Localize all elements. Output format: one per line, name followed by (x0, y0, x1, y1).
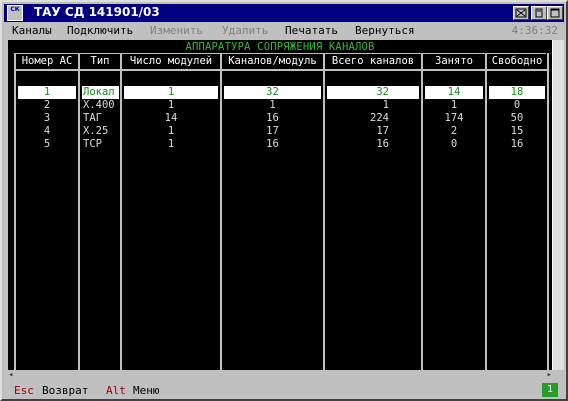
column-header-channels-per-module: Каналов/модуль (228, 55, 317, 67)
table-cell[interactable]: 32 (224, 86, 321, 99)
header-divider (14, 69, 548, 71)
table-cell[interactable]: 15 (489, 125, 545, 138)
table-cell[interactable]: 0 (425, 138, 483, 151)
column-header-total-channels: Всего каналов (331, 55, 415, 67)
column-divider (421, 53, 423, 370)
back-label[interactable]: Возврат (42, 384, 88, 397)
table-cell[interactable]: 3 (18, 112, 76, 125)
menu-connect[interactable]: Подключить (67, 24, 133, 37)
restore-icon (535, 8, 543, 18)
table-cell[interactable]: 2 (425, 125, 483, 138)
table-cell[interactable]: 5 (18, 138, 76, 151)
table-cell[interactable]: 16 (224, 138, 321, 151)
table-cell[interactable]: X.25 (82, 125, 119, 138)
table-cell[interactable]: 32 (327, 86, 419, 99)
terminal-window: СК ТАУ СД 141901/03 Каналы Подключить Из… (0, 0, 568, 401)
window-title: ТАУ СД 141901/03 (34, 5, 160, 19)
maximize-button[interactable] (547, 6, 563, 20)
column-divider (323, 53, 325, 370)
table-cell[interactable]: 14 (124, 112, 218, 125)
table-cell[interactable]: TCP (82, 138, 119, 151)
table-cell[interactable]: 17 (327, 125, 419, 138)
column-header-free: Свободно (491, 55, 543, 67)
menu-label[interactable]: Меню (133, 384, 160, 397)
table-cell[interactable]: 1 (18, 86, 76, 99)
column-divider (485, 53, 487, 370)
column-header-module-count: Число модулей (129, 55, 213, 67)
terminal-screen: АППАРАТУРА СОПРЯЖЕНИЯ КАНАЛОВ Номер АС Т… (8, 40, 552, 370)
session-number-badge: 1 (542, 383, 558, 397)
scroll-right-arrow-icon[interactable]: ▸ (547, 370, 552, 380)
column-header-busy: Занято (435, 55, 473, 67)
menu-bar: Каналы Подключить Изменить Удалить Печат… (4, 23, 564, 39)
column-header-as-number: Номер АС (21, 55, 73, 67)
maximize-icon (550, 8, 560, 18)
menu-channels[interactable]: Каналы (12, 24, 52, 37)
title-bar[interactable]: СК ТАУ СД 141901/03 (4, 4, 564, 22)
menu-edit[interactable]: Изменить (150, 24, 203, 37)
vertical-scroll-thumb[interactable] (552, 40, 564, 370)
status-bar: Esc Возврат Alt Меню 1 (4, 382, 564, 399)
column-divider (78, 53, 80, 370)
table-cell[interactable]: 1 (327, 99, 419, 112)
minimize-icon (515, 8, 527, 18)
restore-button[interactable] (531, 6, 547, 20)
table-cell[interactable]: 14 (425, 86, 483, 99)
table-cell[interactable]: 1 (124, 125, 218, 138)
table-cell[interactable]: 174 (425, 112, 483, 125)
table-cell[interactable]: 0 (489, 99, 545, 112)
horizontal-scrollbar[interactable]: ◂ ▸ (8, 370, 552, 380)
clock: 4:36:32 (511, 24, 558, 37)
table-cell[interactable]: ТАГ (82, 112, 119, 125)
esc-key-hint[interactable]: Esc (14, 384, 34, 397)
column-header-type: Тип (90, 55, 110, 67)
table-cell[interactable]: 16 (224, 112, 321, 125)
menu-return[interactable]: Вернуться (355, 24, 415, 37)
table-cell[interactable]: X.400 (82, 99, 119, 112)
table-cell[interactable]: 4 (18, 125, 76, 138)
column-divider (120, 53, 122, 370)
alt-key-hint[interactable]: Alt (106, 384, 126, 397)
menu-delete[interactable]: Удалить (222, 24, 268, 37)
column-divider (547, 53, 549, 370)
table-cell[interactable]: 17 (224, 125, 321, 138)
table-cell[interactable]: 16 (489, 138, 545, 151)
table-cell[interactable]: 224 (327, 112, 419, 125)
table-cell[interactable]: 1 (124, 86, 218, 99)
table-cell[interactable]: 1 (124, 138, 218, 151)
menu-print[interactable]: Печатать (285, 24, 338, 37)
table-cell[interactable]: 1 (224, 99, 321, 112)
screen-title: АППАРАТУРА СОПРЯЖЕНИЯ КАНАЛОВ (185, 41, 375, 53)
table-cell[interactable]: 50 (489, 112, 545, 125)
minimize-button[interactable] (513, 6, 529, 20)
table-cell[interactable]: 16 (327, 138, 419, 151)
table-cell[interactable]: 2 (18, 99, 76, 112)
scroll-left-arrow-icon[interactable]: ◂ (8, 370, 13, 380)
table-cell[interactable]: 18 (489, 86, 545, 99)
app-icon[interactable]: СК (7, 5, 23, 21)
table-cell[interactable]: Локал (82, 86, 119, 99)
vertical-scrollbar[interactable] (552, 40, 564, 370)
column-divider (220, 53, 222, 370)
table-cell[interactable]: 1 (124, 99, 218, 112)
table-cell[interactable]: 1 (425, 99, 483, 112)
